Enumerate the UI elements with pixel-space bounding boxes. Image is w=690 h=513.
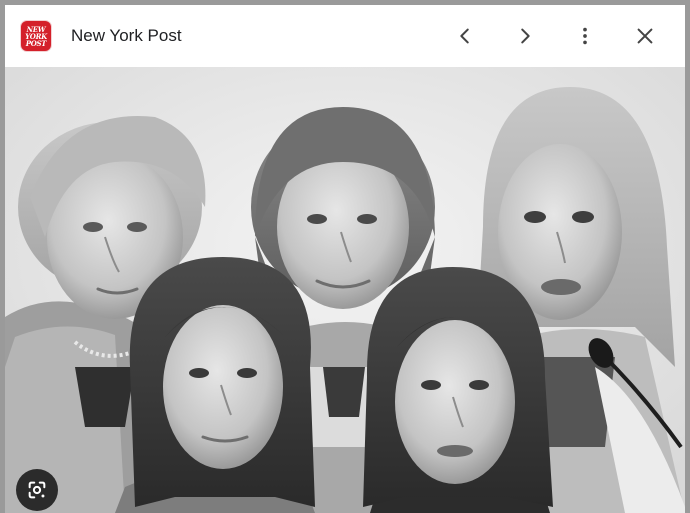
- close-button[interactable]: [619, 18, 671, 54]
- close-icon: [637, 28, 653, 44]
- source-logo[interactable]: NEW YORK POST: [21, 21, 51, 51]
- source-title[interactable]: New York Post: [71, 26, 182, 46]
- chevron-left-icon: [460, 28, 469, 44]
- collage-photo: [5, 67, 685, 513]
- logo-line-3: POST: [25, 38, 47, 48]
- portrait-bottom-left: [115, 257, 315, 513]
- chevron-right-icon: [521, 28, 530, 44]
- more-options-button[interactable]: [559, 18, 611, 54]
- portrait-bottom-right: [363, 267, 553, 513]
- more-vert-icon: [583, 27, 587, 45]
- previous-button[interactable]: [439, 18, 491, 54]
- lens-search-button[interactable]: [16, 469, 58, 511]
- next-button[interactable]: [499, 18, 551, 54]
- lens-search-icon: [28, 481, 46, 499]
- preview-image[interactable]: [5, 67, 685, 513]
- viewer-header: NEW YORK POST New York Post: [5, 5, 685, 67]
- image-viewer-panel: NEW YORK POST New York Post: [5, 5, 685, 513]
- viewer-controls: [439, 18, 671, 54]
